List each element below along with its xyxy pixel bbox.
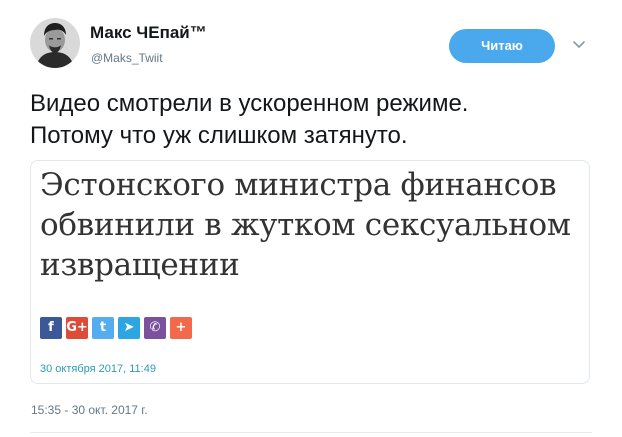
chevron-down-icon[interactable] [572, 40, 586, 50]
avatar[interactable] [30, 18, 80, 68]
user-handle[interactable]: @Maks_Twiit [91, 51, 163, 65]
viber-icon: ✆ [144, 317, 166, 339]
headline-line: обвинили в жутком сексуальном [40, 207, 571, 243]
tweet-text-line: Потому что уж слишком затянуто. [30, 122, 408, 149]
display-name[interactable]: Макс ЧЕпай™ [90, 23, 207, 43]
headline-line: извращении [40, 247, 240, 283]
divider [30, 432, 592, 433]
google-plus-icon: G+ [66, 317, 88, 339]
twitter-icon: t [92, 317, 114, 339]
tweet-text: Видео смотрели в ускоренном режиме. Пото… [30, 88, 600, 152]
tweet-timestamp[interactable]: 15:35 - 30 окт. 2017 г. [31, 403, 148, 417]
headline-line: Эстонского министра финансов [40, 167, 557, 203]
attached-image[interactable]: Эстонского министра финансов обвинили в … [30, 160, 590, 384]
more-share-icon: + [170, 317, 192, 339]
follow-button[interactable]: Читаю [449, 29, 555, 63]
article-headline: Эстонского министра финансов обвинили в … [40, 165, 585, 285]
facebook-icon: f [40, 317, 62, 339]
telegram-icon: ➤ [118, 317, 140, 339]
article-date: 30 октября 2017, 11:49 [40, 363, 156, 375]
tweet-text-line: Видео смотрели в ускоренном режиме. [30, 90, 469, 117]
